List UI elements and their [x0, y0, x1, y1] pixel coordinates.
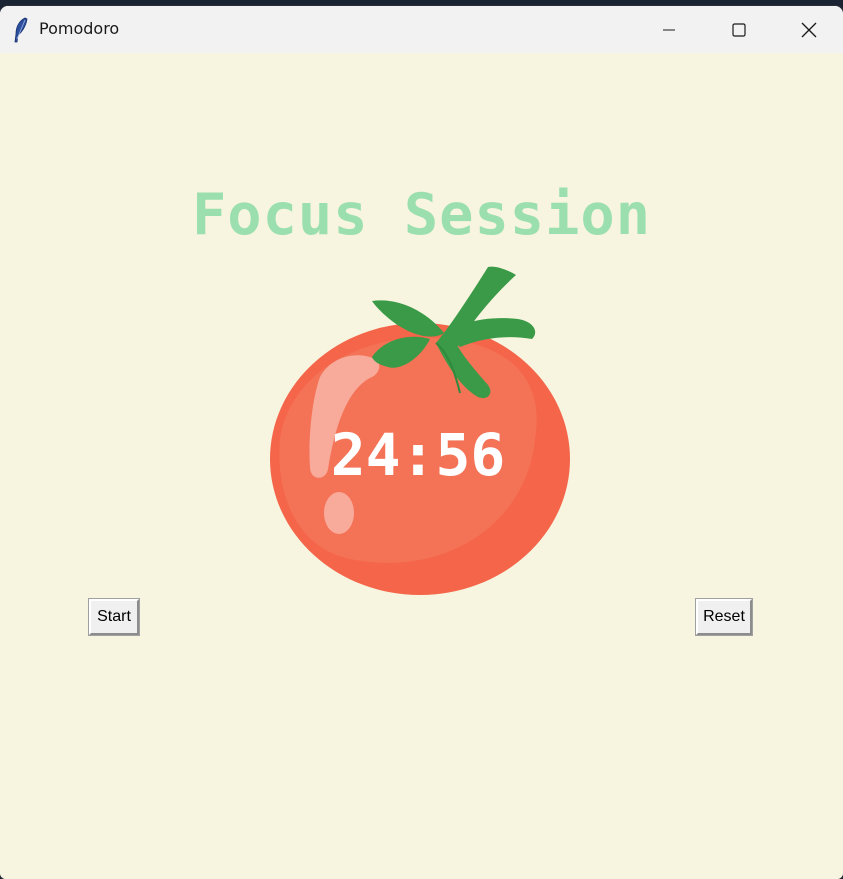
- minimize-icon: [663, 29, 675, 30]
- session-heading: Focus Session: [191, 182, 652, 248]
- title-bar[interactable]: Pomodoro: [0, 6, 843, 53]
- window-title: Pomodoro: [39, 19, 120, 38]
- maximize-button[interactable]: [704, 6, 774, 53]
- countdown-timer: 24:56: [330, 421, 506, 489]
- app-window: Pomodoro Focus Session 24:56 Start Reset: [0, 6, 843, 879]
- canvas-area: Focus Session 24:56 Start Reset: [0, 53, 843, 879]
- feather-icon: [14, 17, 28, 43]
- start-button[interactable]: Start: [88, 598, 140, 636]
- close-button[interactable]: [774, 6, 843, 53]
- maximize-icon: [732, 22, 746, 37]
- reset-button[interactable]: Reset: [695, 598, 753, 636]
- minimize-button[interactable]: [634, 6, 704, 53]
- close-icon: [801, 22, 817, 37]
